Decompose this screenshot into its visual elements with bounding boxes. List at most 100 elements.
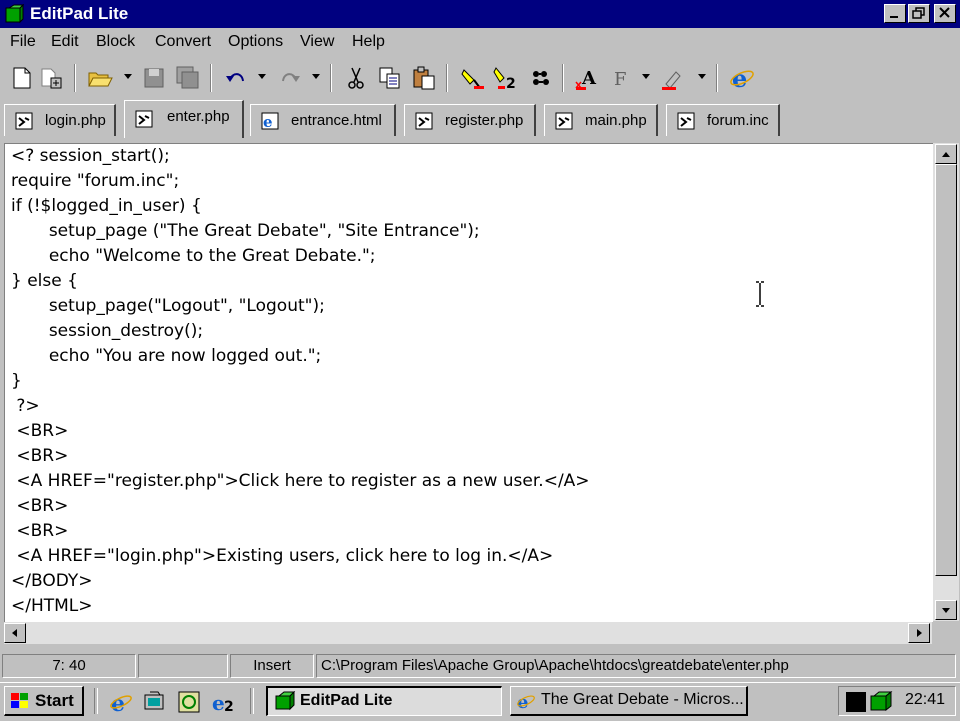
- code-line[interactable]: session_destroy();: [11, 319, 203, 344]
- open-dropdown-icon[interactable]: [124, 74, 132, 79]
- tab-entrance-html[interactable]: e entrance.html: [250, 104, 396, 136]
- php-file-icon: [415, 112, 433, 130]
- undo-icon[interactable]: [222, 64, 250, 92]
- tab-forum-inc[interactable]: forum.inc: [666, 104, 780, 136]
- tray-display-icon[interactable]: [845, 691, 867, 718]
- color-icon[interactable]: [658, 64, 686, 92]
- php-file-icon: [135, 110, 153, 128]
- save-icon[interactable]: [140, 64, 168, 92]
- code-line[interactable]: </BODY>: [11, 569, 93, 594]
- code-line[interactable]: if (!$logged_in_user) {: [11, 194, 202, 219]
- toolbar-separator: [74, 64, 76, 92]
- close-button[interactable]: [934, 4, 956, 23]
- php-file-icon: [15, 112, 33, 130]
- cursor-position: 7: 40: [2, 654, 136, 678]
- code-line[interactable]: echo "Welcome to the Great Debate.";: [11, 244, 376, 269]
- code-line[interactable]: setup_page("Logout", "Logout");: [11, 294, 325, 319]
- code-line[interactable]: echo "You are now logged out.";: [11, 344, 321, 369]
- quicklaunch-editpad-icon[interactable]: e2: [210, 689, 238, 715]
- scroll-down-button[interactable]: [935, 600, 957, 620]
- save-all-icon[interactable]: [174, 64, 202, 92]
- menu-file[interactable]: File: [10, 33, 36, 51]
- tab-main-php[interactable]: main.php: [544, 104, 658, 136]
- file-path: C:\Program Files\Apache Group\Apache\htd…: [316, 654, 956, 678]
- tab-register-php[interactable]: register.php: [404, 104, 536, 136]
- code-line[interactable]: <? session_start();: [11, 144, 170, 169]
- tab-label: main.php: [585, 112, 647, 129]
- menu-options[interactable]: Options: [228, 33, 283, 51]
- svg-text:2: 2: [224, 699, 234, 715]
- quicklaunch-desktop-icon[interactable]: [142, 689, 168, 715]
- code-line[interactable]: ?>: [11, 394, 39, 419]
- menu-convert[interactable]: Convert: [155, 33, 211, 51]
- text-cursor-icon: [755, 281, 765, 307]
- color-dropdown-icon[interactable]: [698, 74, 706, 79]
- clock[interactable]: 22:41: [905, 691, 945, 709]
- code-line[interactable]: <BR>: [11, 444, 68, 469]
- menu-view[interactable]: View: [300, 33, 334, 51]
- new-file-icon[interactable]: [8, 64, 36, 92]
- block-icon[interactable]: 2: [492, 64, 520, 92]
- code-line[interactable]: } else {: [11, 269, 78, 294]
- code-line[interactable]: <BR>: [11, 494, 68, 519]
- svg-text:2: 2: [506, 76, 516, 92]
- highlight-icon[interactable]: [458, 64, 486, 92]
- toolbar-separator: [210, 64, 212, 92]
- svg-text:e: e: [732, 64, 747, 92]
- scroll-left-button[interactable]: [4, 623, 26, 643]
- tab-label: login.php: [45, 112, 106, 129]
- redo-icon[interactable]: [276, 64, 304, 92]
- menu-edit[interactable]: Edit: [51, 33, 79, 51]
- new-window-icon[interactable]: [38, 64, 66, 92]
- title-bar[interactable]: [0, 0, 960, 28]
- php-file-icon: [555, 112, 573, 130]
- editpad-app-icon[interactable]: [4, 3, 25, 24]
- task-great-debate-browser[interactable]: e The Great Debate - Micros...: [510, 686, 748, 716]
- scroll-right-button[interactable]: [908, 623, 930, 643]
- code-line[interactable]: </HTML>: [11, 594, 93, 619]
- restore-button[interactable]: [908, 4, 930, 23]
- start-label: Start: [35, 691, 74, 710]
- code-line[interactable]: <A HREF="register.php">Click here to reg…: [11, 469, 589, 494]
- tab-login-php[interactable]: login.php: [4, 104, 116, 136]
- start-button[interactable]: Start: [4, 686, 84, 716]
- code-line[interactable]: }: [11, 369, 22, 394]
- quicklaunch-ie-icon[interactable]: e: [108, 689, 134, 717]
- menu-help[interactable]: Help: [352, 33, 385, 51]
- paste-icon[interactable]: [410, 64, 438, 92]
- menu-block[interactable]: Block: [96, 33, 135, 51]
- insert-mode: Insert: [230, 654, 314, 678]
- toolbar-separator: [562, 64, 564, 92]
- code-line[interactable]: require "forum.inc";: [11, 169, 179, 194]
- quicklaunch-channel-icon[interactable]: [176, 689, 202, 715]
- menu-bar: [0, 28, 960, 58]
- task-editpad-lite[interactable]: EditPad Lite: [266, 686, 502, 716]
- code-editor[interactable]: <? session_start(); require "forum.inc";…: [4, 143, 933, 622]
- code-line[interactable]: <A HREF="login.php">Existing users, clic…: [11, 544, 553, 569]
- cut-icon[interactable]: [342, 64, 370, 92]
- scroll-up-button[interactable]: [935, 144, 957, 164]
- window-title: EditPad Lite: [30, 4, 129, 23]
- format-icon[interactable]: F: [606, 64, 634, 92]
- copy-icon[interactable]: [376, 64, 404, 92]
- open-icon[interactable]: [86, 64, 114, 92]
- undo-dropdown-icon[interactable]: [258, 74, 266, 79]
- minimize-button[interactable]: [884, 4, 906, 23]
- code-line[interactable]: <BR>: [11, 419, 68, 444]
- redo-dropdown-icon[interactable]: [312, 74, 320, 79]
- code-line[interactable]: setup_page ("The Great Debate", "Site En…: [11, 219, 480, 244]
- toolbar-separator: [716, 64, 718, 92]
- horizontal-scrollbar[interactable]: [4, 622, 932, 644]
- format-dropdown-icon[interactable]: [642, 74, 650, 79]
- font-icon[interactable]: A: [572, 64, 600, 92]
- taskbar-separator: [94, 688, 98, 714]
- code-line[interactable]: <BR>: [11, 519, 68, 544]
- toolbar-separator: [330, 64, 332, 92]
- svg-text:F: F: [614, 69, 627, 90]
- ie-task-icon: e: [515, 690, 537, 714]
- vertical-scroll-thumb[interactable]: [935, 164, 957, 576]
- word-wrap-icon[interactable]: [526, 64, 554, 92]
- internet-explorer-icon[interactable]: e: [728, 64, 756, 93]
- tray-editpad-icon[interactable]: [869, 690, 893, 718]
- tab-enter-php[interactable]: enter.php: [124, 100, 244, 138]
